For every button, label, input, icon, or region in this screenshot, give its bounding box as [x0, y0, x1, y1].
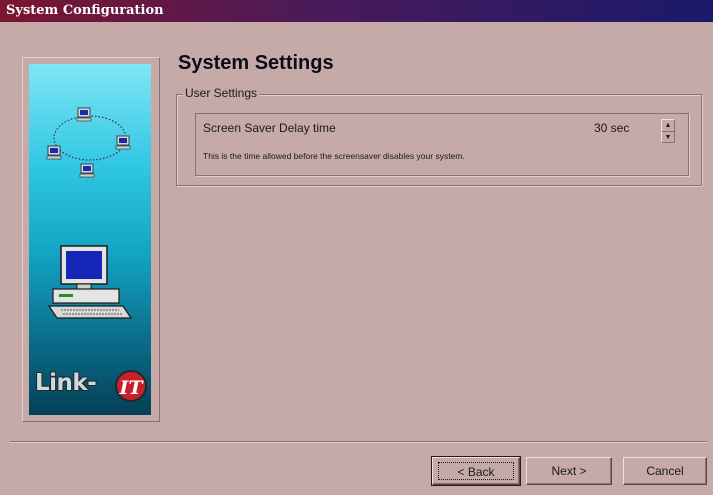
next-button[interactable]: Next > — [526, 457, 612, 485]
screensaver-delay-spinner[interactable]: ▲ ▼ — [661, 119, 675, 143]
footer-separator — [10, 441, 707, 443]
spin-down-arrow-icon[interactable]: ▼ — [662, 132, 674, 143]
desktop-computer-icon — [47, 245, 133, 319]
network-computers-icon — [46, 107, 131, 178]
screensaver-delay-label: Screen Saver Delay time — [203, 121, 336, 135]
logo-text: Link- — [35, 370, 97, 396]
group-legend: User Settings — [183, 86, 260, 100]
setting-description: This is the time allowed before the scre… — [203, 151, 465, 161]
cancel-button[interactable]: Cancel — [623, 457, 707, 485]
page-title: System Settings — [178, 52, 334, 74]
logo-badge: IT — [115, 370, 147, 402]
back-button-label: < Back — [438, 462, 514, 480]
back-button[interactable]: < Back — [431, 456, 521, 486]
link-it-logo: Link- IT — [35, 370, 147, 406]
window-title-bar: System Configuration — [0, 0, 713, 22]
sidebar-graphic: Link- IT — [29, 64, 151, 415]
spin-up-arrow-icon[interactable]: ▲ — [662, 120, 674, 132]
screensaver-delay-value[interactable]: 30 sec — [594, 121, 629, 135]
